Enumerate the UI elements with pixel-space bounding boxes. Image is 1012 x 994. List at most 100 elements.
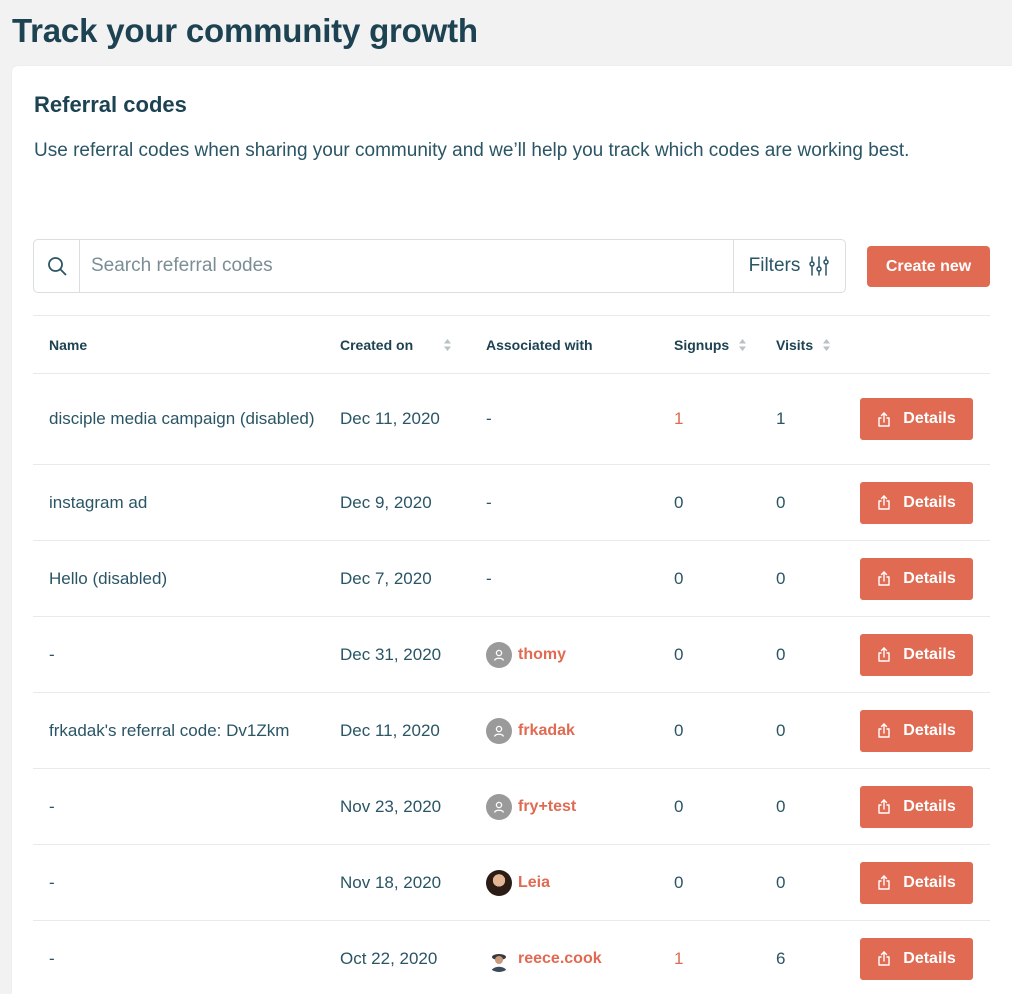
row-signups: 0 bbox=[674, 492, 684, 512]
row-associated: frkadak bbox=[486, 717, 575, 744]
row-name: Hello (disabled) bbox=[49, 568, 168, 588]
search-icon bbox=[47, 257, 66, 276]
details-label: Details bbox=[903, 873, 956, 891]
associated-user-link[interactable]: frkadak bbox=[518, 722, 575, 740]
user-avatar-icon bbox=[486, 945, 512, 972]
row-name: - bbox=[49, 872, 55, 892]
table-row: - Nov 23, 2020 fry+test 0 0 Details bbox=[33, 768, 990, 844]
row-associated: reece.cook bbox=[486, 945, 602, 972]
row-associated: - bbox=[486, 409, 492, 428]
details-label: Details bbox=[903, 493, 956, 511]
column-header-created[interactable]: Created on bbox=[340, 337, 452, 353]
sort-icon[interactable] bbox=[822, 338, 831, 352]
share-icon bbox=[878, 411, 890, 427]
filters-button[interactable]: Filters bbox=[733, 240, 845, 292]
row-name: - bbox=[49, 644, 55, 664]
row-visits: 0 bbox=[776, 644, 786, 664]
row-action: Details bbox=[860, 709, 973, 752]
share-icon bbox=[878, 799, 890, 814]
row-signups: 0 bbox=[674, 720, 684, 740]
row-signups: 0 bbox=[674, 644, 684, 664]
row-action: Details bbox=[860, 633, 973, 676]
details-button[interactable]: Details bbox=[860, 557, 973, 600]
row-signups: 0 bbox=[674, 796, 684, 816]
user-avatar-icon bbox=[486, 793, 512, 820]
associated-user-link[interactable]: reece.cook bbox=[518, 950, 602, 968]
search-input[interactable] bbox=[80, 240, 733, 292]
row-created-date: Dec 31, 2020 bbox=[340, 644, 442, 664]
table-row: - Oct 22, 2020 reece.cook 1 6 Details bbox=[33, 920, 990, 994]
column-header-signups[interactable]: Signups bbox=[674, 337, 747, 353]
row-action: Details bbox=[860, 398, 973, 440]
row-visits: 0 bbox=[776, 796, 786, 816]
row-visits: 1 bbox=[776, 409, 786, 428]
row-visits: 0 bbox=[776, 492, 786, 512]
row-signups: 1 bbox=[674, 409, 684, 428]
column-header-associated: Associated with bbox=[486, 336, 593, 353]
row-visits: 0 bbox=[776, 872, 786, 892]
row-associated: - bbox=[486, 492, 492, 512]
sliders-icon bbox=[809, 256, 830, 276]
details-button[interactable]: Details bbox=[860, 785, 973, 828]
associated-user-link[interactable]: Leia bbox=[518, 874, 550, 892]
row-action: Details bbox=[860, 861, 973, 904]
row-associated: Leia bbox=[486, 869, 550, 896]
associated-user-link[interactable]: fry+test bbox=[518, 798, 576, 816]
row-associated: fry+test bbox=[486, 793, 576, 820]
row-created-date: Dec 11, 2020 bbox=[340, 409, 440, 428]
row-name: - bbox=[49, 796, 55, 816]
referral-codes-table: Name Created on Associated with Signups … bbox=[33, 315, 990, 994]
share-icon bbox=[878, 875, 890, 890]
details-button[interactable]: Details bbox=[860, 937, 973, 980]
row-associated: - bbox=[486, 568, 492, 588]
row-visits: 6 bbox=[776, 948, 786, 968]
row-created-date: Dec 9, 2020 bbox=[340, 492, 432, 512]
table-row: - Dec 31, 2020 thomy 0 0 Details bbox=[33, 616, 990, 692]
table-row: frkadak's referral code: Dv1Zkm Dec 11, … bbox=[33, 692, 990, 768]
associated-user-link[interactable]: thomy bbox=[518, 646, 566, 664]
row-name: disciple media campaign (disabled) bbox=[49, 409, 315, 428]
table-row: Hello (disabled) Dec 7, 2020 - 0 0 Detai… bbox=[33, 540, 990, 616]
column-header-name: Name bbox=[49, 336, 88, 353]
row-action: Details bbox=[860, 557, 973, 600]
details-button[interactable]: Details bbox=[860, 481, 973, 524]
details-label: Details bbox=[903, 721, 956, 739]
share-icon bbox=[878, 723, 890, 738]
table-body: disciple media campaign (disabled) Dec 1… bbox=[33, 373, 990, 994]
share-icon bbox=[878, 495, 890, 510]
details-button[interactable]: Details bbox=[860, 633, 973, 676]
details-button[interactable]: Details bbox=[860, 861, 973, 904]
row-created-date: Nov 18, 2020 bbox=[340, 872, 442, 892]
row-visits: 0 bbox=[776, 720, 786, 740]
search-bar: Filters bbox=[33, 239, 846, 293]
table-row: - Nov 18, 2020 Leia 0 0 Details bbox=[33, 844, 990, 920]
filters-label: Filters bbox=[748, 255, 801, 276]
row-name: - bbox=[49, 948, 55, 968]
sort-icon[interactable] bbox=[738, 338, 747, 352]
search-icon-container[interactable] bbox=[34, 240, 80, 292]
referral-codes-card: Referral codes Use referral codes when s… bbox=[12, 66, 1012, 994]
row-name: instagram ad bbox=[49, 492, 148, 512]
details-label: Details bbox=[903, 949, 956, 967]
user-avatar-icon bbox=[486, 717, 512, 744]
details-button[interactable]: Details bbox=[860, 709, 973, 752]
column-header-visits[interactable]: Visits bbox=[776, 337, 831, 353]
share-icon bbox=[878, 571, 890, 586]
section-description: Use referral codes when sharing your com… bbox=[34, 140, 910, 161]
row-visits: 0 bbox=[776, 568, 786, 588]
section-title: Referral codes bbox=[34, 92, 187, 117]
row-created-date: Dec 11, 2020 bbox=[340, 720, 440, 740]
share-icon bbox=[878, 951, 890, 966]
sort-icon[interactable] bbox=[443, 338, 452, 352]
row-name: frkadak's referral code: Dv1Zkm bbox=[49, 720, 290, 740]
row-created-date: Oct 22, 2020 bbox=[340, 948, 438, 968]
row-associated: thomy bbox=[486, 641, 566, 668]
row-action: Details bbox=[860, 785, 973, 828]
details-button[interactable]: Details bbox=[860, 398, 973, 440]
user-avatar-icon bbox=[486, 641, 512, 668]
details-label: Details bbox=[903, 645, 956, 663]
user-avatar-icon bbox=[486, 869, 512, 896]
create-new-button[interactable]: Create new bbox=[867, 246, 990, 287]
details-label: Details bbox=[903, 410, 956, 427]
page-title: Track your community growth bbox=[12, 12, 478, 49]
